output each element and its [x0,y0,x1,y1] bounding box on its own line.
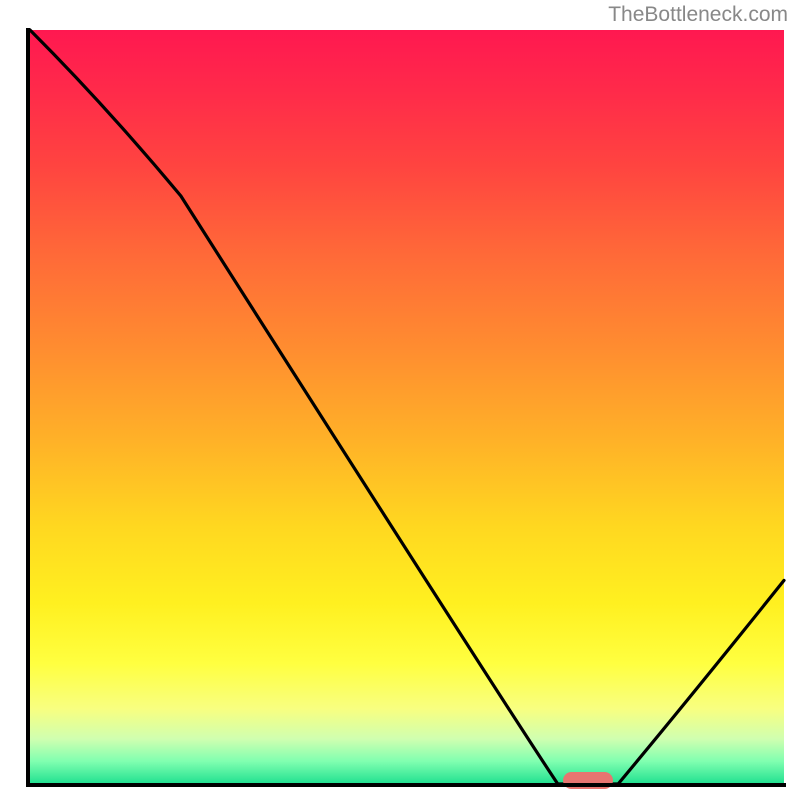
y-axis-line [26,28,30,786]
x-axis-line [26,783,786,787]
chart-plot-area [30,30,784,784]
chart-line-series [30,30,784,784]
watermark-text: TheBottleneck.com [608,3,788,27]
data-curve [30,30,784,784]
